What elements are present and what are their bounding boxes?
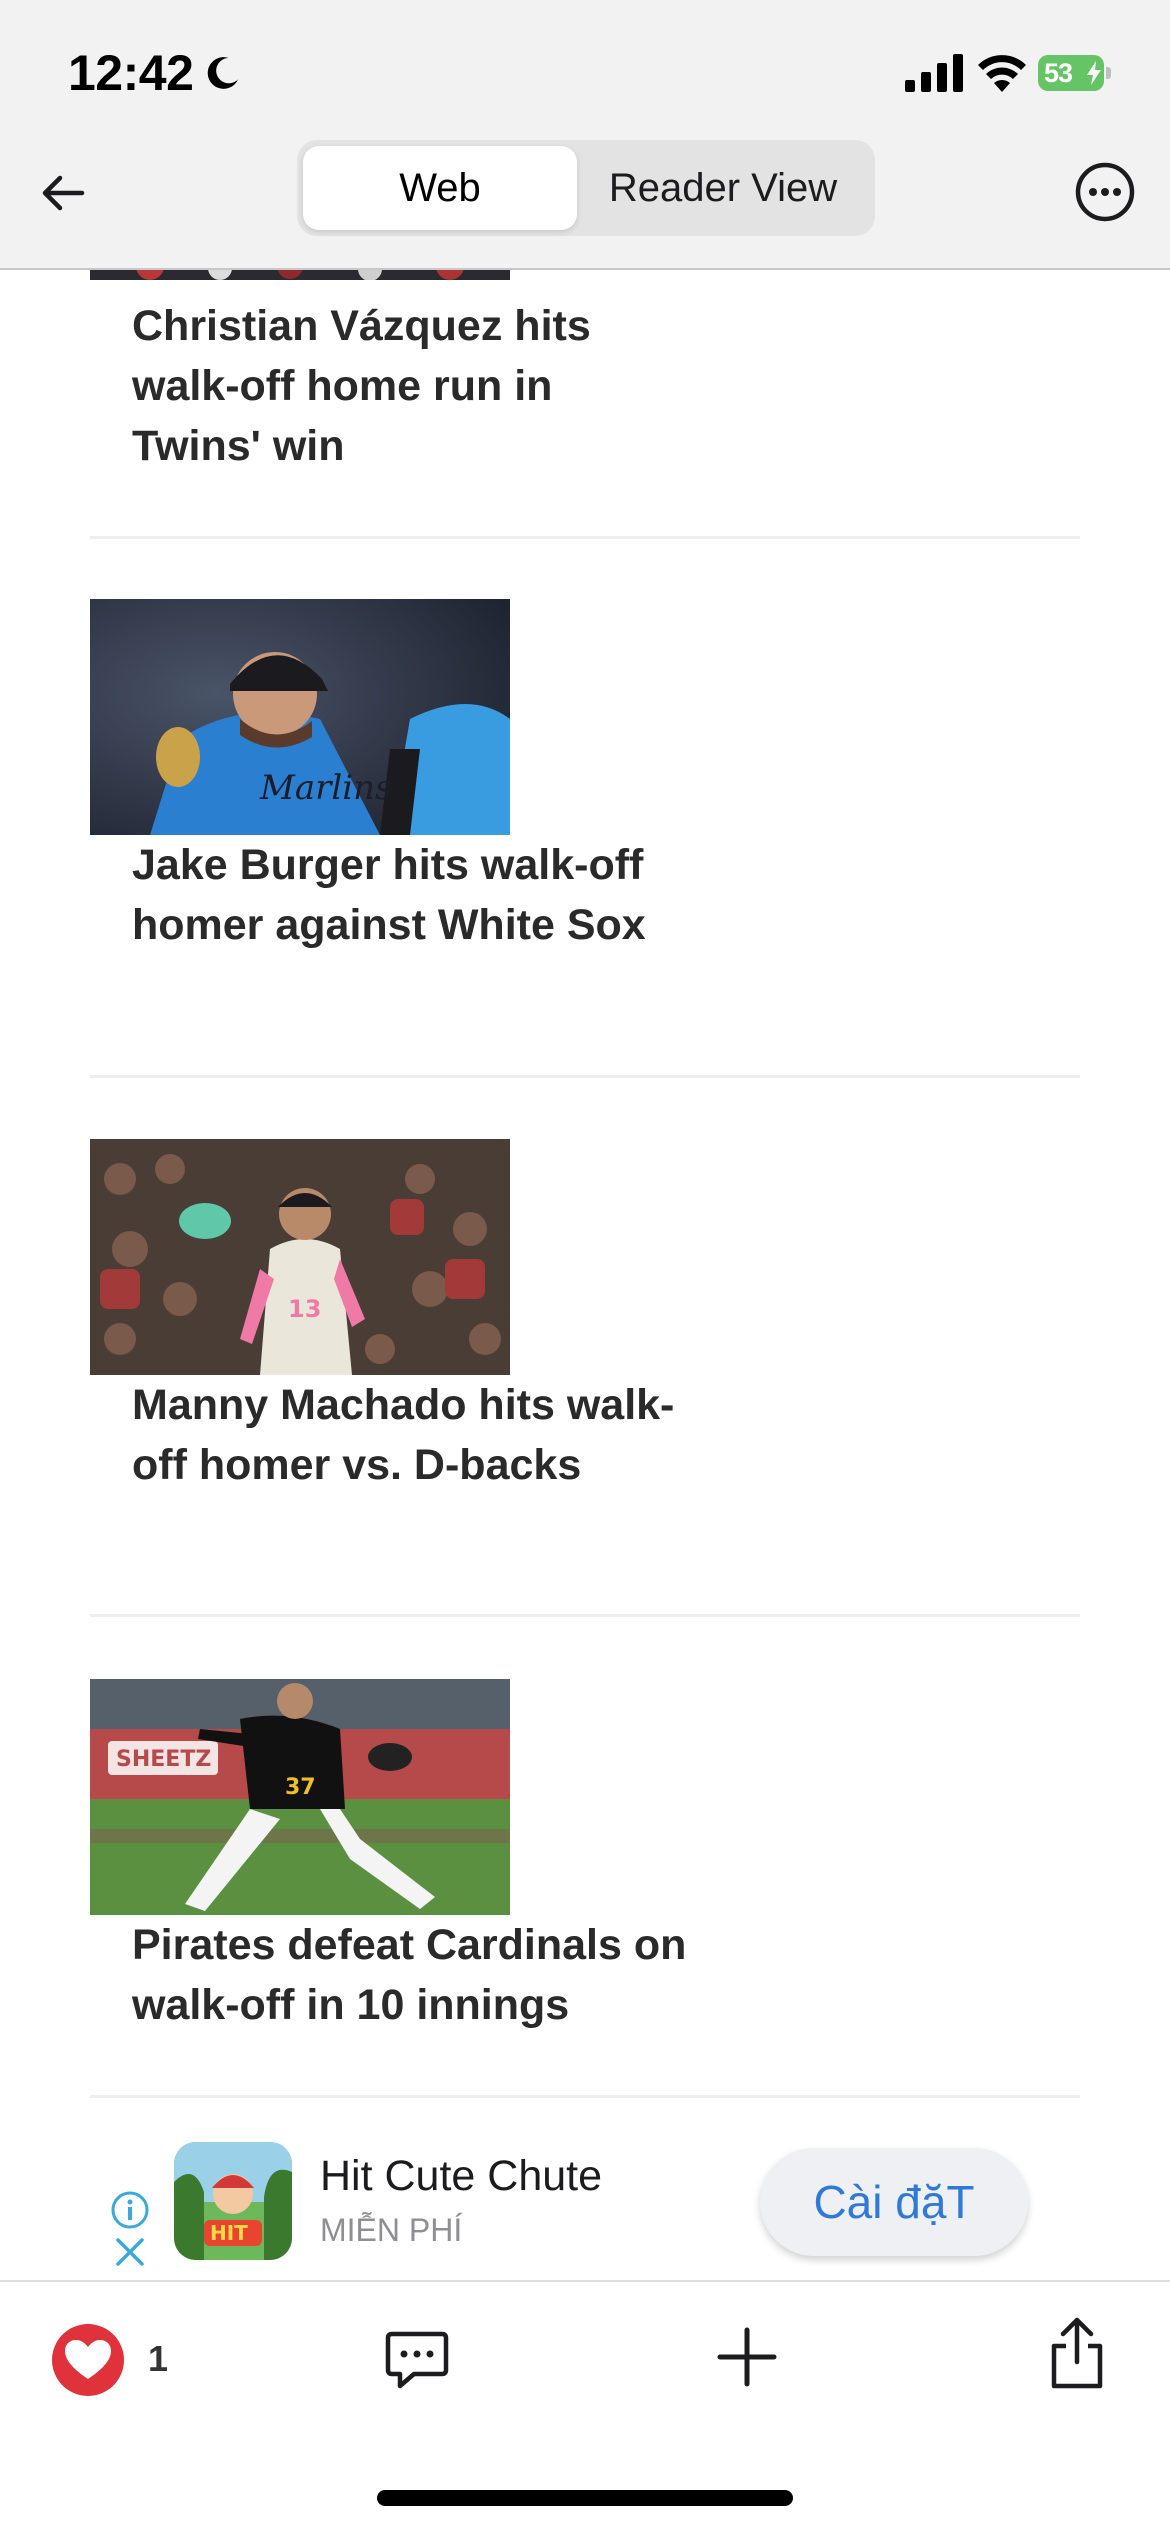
ad-app-icon: HIT (174, 2142, 292, 2260)
divider (90, 1075, 1080, 1078)
divider (90, 2095, 1080, 2098)
tab-reader-view[interactable]: Reader View (577, 146, 869, 230)
status-time: 12:42 (68, 45, 194, 101)
ad-icon-text: HIT (210, 2221, 248, 2245)
article-list: Christian Vázquez hits walk-off home run… (0, 270, 1170, 2100)
article-headline[interactable]: Pirates defeat Cardinals on walk-off in … (132, 1915, 692, 2035)
plus-icon[interactable] (714, 2324, 780, 2390)
like-count: 1 (148, 2338, 169, 2379)
article-thumbnail: 13 (90, 1139, 510, 1375)
install-button[interactable]: Cài đặT (760, 2148, 1028, 2256)
battery-percent: 53 (1044, 58, 1073, 88)
close-icon[interactable] (112, 2234, 148, 2270)
ad-app-name[interactable]: Hit Cute Chute (320, 2152, 602, 2201)
article-headline[interactable]: Christian Vázquez hits walk-off home run… (132, 296, 692, 476)
moon-icon (207, 57, 239, 89)
arrow-left-icon[interactable] (36, 165, 92, 221)
status-bar: 12:42 53 (0, 0, 1170, 140)
list-item[interactable]: Christian Vázquez hits walk-off home run… (0, 270, 1170, 540)
article-thumbnail: SHEETZ 37 (90, 1679, 510, 1915)
article-thumbnail (90, 270, 510, 280)
list-item[interactable]: 13 Manny Machado hits walk-off homer vs.… (0, 1139, 1170, 1559)
list-item[interactable]: SHEETZ 37 Pirates defeat Cardinals on wa… (0, 1679, 1170, 2099)
article-headline[interactable]: Jake Burger hits walk-off homer against … (132, 835, 692, 955)
divider (90, 1614, 1080, 1617)
share-icon[interactable] (1044, 2316, 1110, 2392)
list-item[interactable]: Marlins Jake Burger hits walk-off homer … (0, 599, 1170, 1019)
article-thumbnail: Marlins (90, 599, 510, 835)
battery-charging-icon: 53 (1038, 55, 1112, 91)
tab-web[interactable]: Web (303, 146, 577, 230)
ellipsis-circle-icon[interactable] (1074, 161, 1136, 223)
signal-icon (905, 54, 963, 92)
svg-text:SHEETZ: SHEETZ (116, 1747, 211, 1772)
svg-text:37: 37 (285, 1775, 316, 1800)
nav-bar: Web Reader View (0, 140, 1170, 270)
heart-icon[interactable] (50, 2322, 126, 2398)
ad-price-label: MIỄN PHÍ (320, 2212, 463, 2248)
svg-text:13: 13 (288, 1295, 321, 1323)
divider (90, 536, 1080, 539)
wifi-icon (978, 55, 1026, 92)
info-icon[interactable] (110, 2190, 150, 2230)
svg-text:Marlins: Marlins (259, 768, 392, 808)
ad-banner[interactable]: HIT Hit Cute Chute MIỄN PHÍ Cài đặT (0, 2110, 1170, 2280)
article-headline[interactable]: Manny Machado hits walk-off homer vs. D-… (132, 1375, 692, 1495)
comment-icon[interactable] (382, 2324, 452, 2394)
home-indicator[interactable] (377, 2490, 793, 2506)
view-mode-segmented-control: Web Reader View (297, 140, 875, 236)
